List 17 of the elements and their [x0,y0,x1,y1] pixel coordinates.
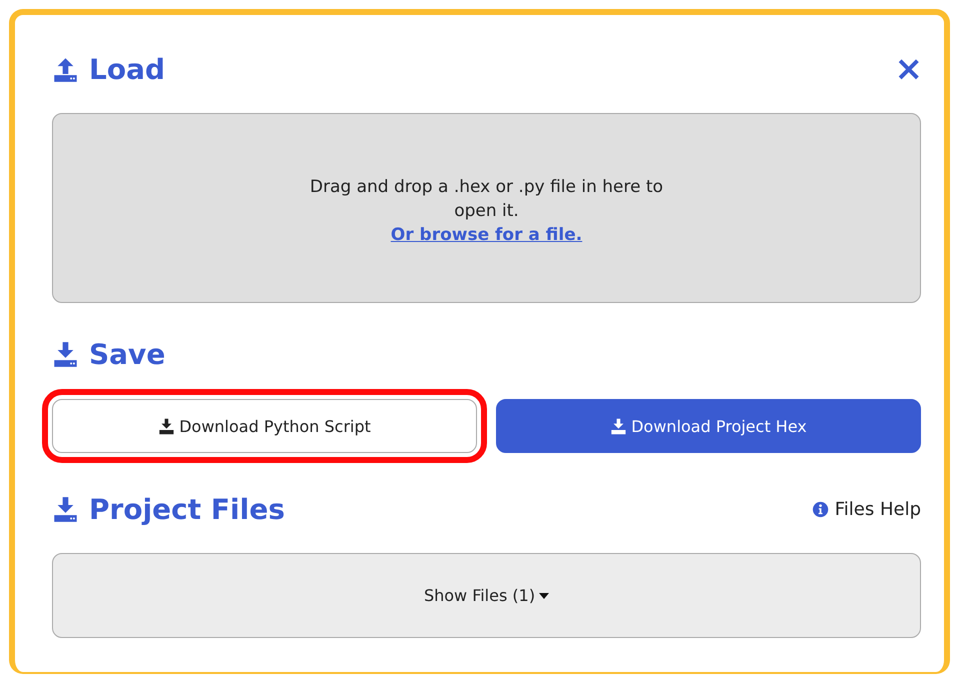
show-files-toggle[interactable]: Show Files (1) [422,584,552,607]
files-help-link[interactable]: Files Help [812,498,921,520]
download-button[interactable]: Download Project Hex [496,399,921,453]
drop-zone[interactable]: Drag and drop a .hex or .py file in here to open it. Or browse for a file. [52,113,921,303]
download-icon [610,418,628,434]
drop-instructions: Drag and drop a .hex or .py file in here to open it. [308,176,664,222]
download-icon [158,418,176,434]
caret-icon [539,592,550,598]
download-icon [52,340,79,368]
browse-link[interactable]: Or browse for a file. [390,222,582,248]
upload-icon [52,56,79,82]
section-title: Load [89,52,166,86]
section-title: Project Files [89,492,285,526]
close-button[interactable]: × [892,52,925,86]
section-title: Save [89,338,166,370]
download-icon [52,496,79,522]
info-icon [812,500,829,518]
